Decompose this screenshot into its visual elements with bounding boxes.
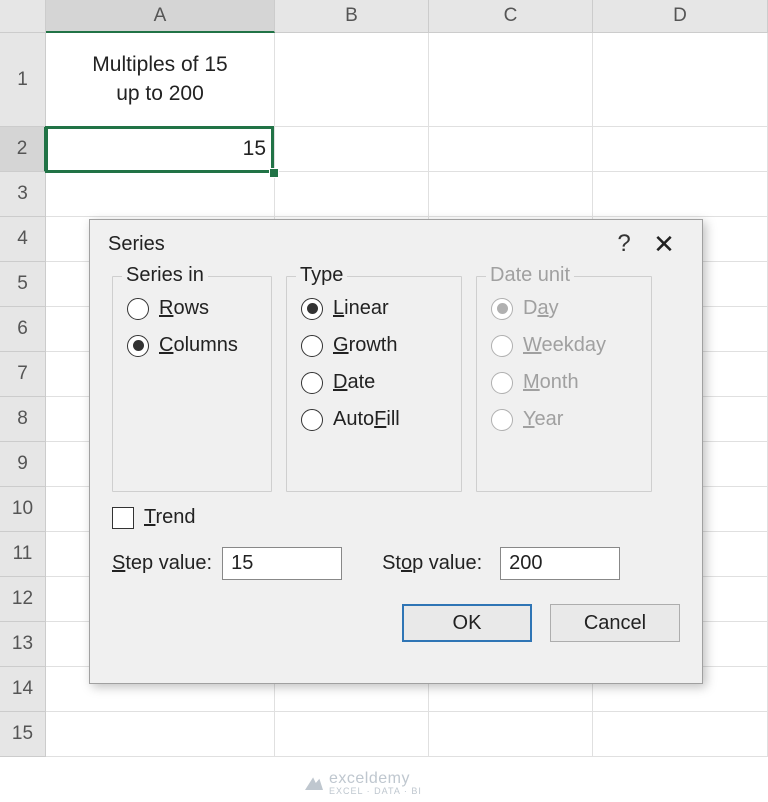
watermark-icon <box>305 776 323 790</box>
row-header[interactable]: 13 <box>0 622 46 667</box>
trend-checkbox-row[interactable]: Trend <box>90 492 702 529</box>
radio-option: Weekday <box>491 334 635 357</box>
radio-label: Growth <box>333 334 397 357</box>
radio-label: Date <box>333 371 375 394</box>
row-header[interactable]: 12 <box>0 577 46 622</box>
row-header[interactable]: 1 <box>0 33 46 127</box>
cell[interactable] <box>275 172 429 217</box>
cell[interactable]: 15 <box>46 127 275 172</box>
radio-option: Year <box>491 408 635 431</box>
series-in-group: Series in RowsColumns <box>112 276 272 492</box>
group-title: Type <box>296 264 347 287</box>
radio-label: AutoFill <box>333 408 400 431</box>
row-header[interactable]: 8 <box>0 397 46 442</box>
step-value-label: Step value: <box>112 552 212 575</box>
ok-button[interactable]: OK <box>402 604 532 642</box>
radio-option: Month <box>491 371 635 394</box>
radio-label: Linear <box>333 297 389 320</box>
radio-icon <box>301 409 323 431</box>
cell[interactable] <box>46 172 275 217</box>
radio-icon <box>127 298 149 320</box>
row-header[interactable]: 11 <box>0 532 46 577</box>
cell[interactable] <box>429 127 593 172</box>
watermark: exceldemy EXCEL · DATA · BI <box>305 770 422 796</box>
radio-icon <box>491 372 513 394</box>
dialog-button-row: OK Cancel <box>90 580 702 642</box>
radio-icon <box>491 335 513 357</box>
cell[interactable] <box>593 172 768 217</box>
radio-label: Month <box>523 371 579 394</box>
dialog-body: Series in RowsColumns Type LinearGrowthD… <box>90 268 702 492</box>
cell[interactable] <box>275 33 429 127</box>
row-header[interactable]: 6 <box>0 307 46 352</box>
radio-icon <box>301 298 323 320</box>
cell[interactable] <box>429 172 593 217</box>
cancel-button[interactable]: Cancel <box>550 604 680 642</box>
group-title: Series in <box>122 264 208 287</box>
radio-icon <box>491 409 513 431</box>
stop-value-label: Stop value: <box>382 552 482 575</box>
column-header[interactable]: B <box>275 0 429 33</box>
row-header[interactable]: 9 <box>0 442 46 487</box>
radio-option[interactable]: Columns <box>127 334 255 357</box>
cell[interactable] <box>593 712 768 757</box>
cell[interactable] <box>46 712 275 757</box>
trend-checkbox[interactable] <box>112 507 134 529</box>
select-all-corner[interactable] <box>0 0 46 33</box>
radio-option: Day <box>491 297 635 320</box>
radio-option[interactable]: Date <box>301 371 445 394</box>
radio-icon <box>301 372 323 394</box>
column-header[interactable]: D <box>593 0 768 33</box>
fill-handle[interactable] <box>269 168 279 178</box>
series-dialog: Series ? ✕ Series in Rows Columns Type Li… <box>89 219 703 684</box>
radio-option[interactable]: Growth <box>301 334 445 357</box>
stop-value-input[interactable]: 200 <box>500 547 620 580</box>
row-header[interactable]: 14 <box>0 667 46 712</box>
row-header[interactable]: 3 <box>0 172 46 217</box>
radio-label: Weekday <box>523 334 606 357</box>
radio-label: Day <box>523 297 559 320</box>
row-header[interactable]: 10 <box>0 487 46 532</box>
dialog-titlebar[interactable]: Series ? ✕ <box>90 220 702 268</box>
watermark-tagline: EXCEL · DATA · BI <box>329 786 422 796</box>
date-unit-group: Date unit DayWeekdayMonthYear <box>476 276 652 492</box>
radio-icon <box>127 335 149 357</box>
radio-icon <box>491 298 513 320</box>
row-header[interactable]: 5 <box>0 262 46 307</box>
radio-label: Year <box>523 408 563 431</box>
column-header[interactable]: A <box>46 0 275 33</box>
cell[interactable] <box>275 127 429 172</box>
radio-option[interactable]: AutoFill <box>301 408 445 431</box>
row-header[interactable]: 2 <box>0 127 46 172</box>
column-header[interactable]: C <box>429 0 593 33</box>
radio-label: Rows <box>159 297 209 320</box>
group-title: Date unit <box>486 264 574 287</box>
close-icon[interactable]: ✕ <box>644 229 684 260</box>
radio-option[interactable]: Linear <box>301 297 445 320</box>
cell[interactable] <box>429 712 593 757</box>
help-icon[interactable]: ? <box>604 230 644 258</box>
step-value-input[interactable]: 15 <box>222 547 342 580</box>
type-group: Type LinearGrowthDateAutoFill <box>286 276 462 492</box>
row-header[interactable]: 4 <box>0 217 46 262</box>
cell[interactable] <box>429 33 593 127</box>
row-header[interactable]: 15 <box>0 712 46 757</box>
radio-label: Columns <box>159 334 238 357</box>
cell[interactable] <box>275 712 429 757</box>
column-header-row: ABCD <box>0 0 768 33</box>
dialog-title: Series <box>108 233 165 256</box>
value-inputs-row: Step value: 15 Stop value: 200 <box>90 529 702 580</box>
cell[interactable] <box>593 33 768 127</box>
cell[interactable] <box>593 127 768 172</box>
radio-option[interactable]: Rows <box>127 297 255 320</box>
trend-label: Trend <box>144 506 196 529</box>
watermark-brand: exceldemy <box>329 770 410 787</box>
row-header[interactable]: 7 <box>0 352 46 397</box>
cell[interactable]: Multiples of 15 up to 200 <box>46 33 275 127</box>
radio-icon <box>301 335 323 357</box>
